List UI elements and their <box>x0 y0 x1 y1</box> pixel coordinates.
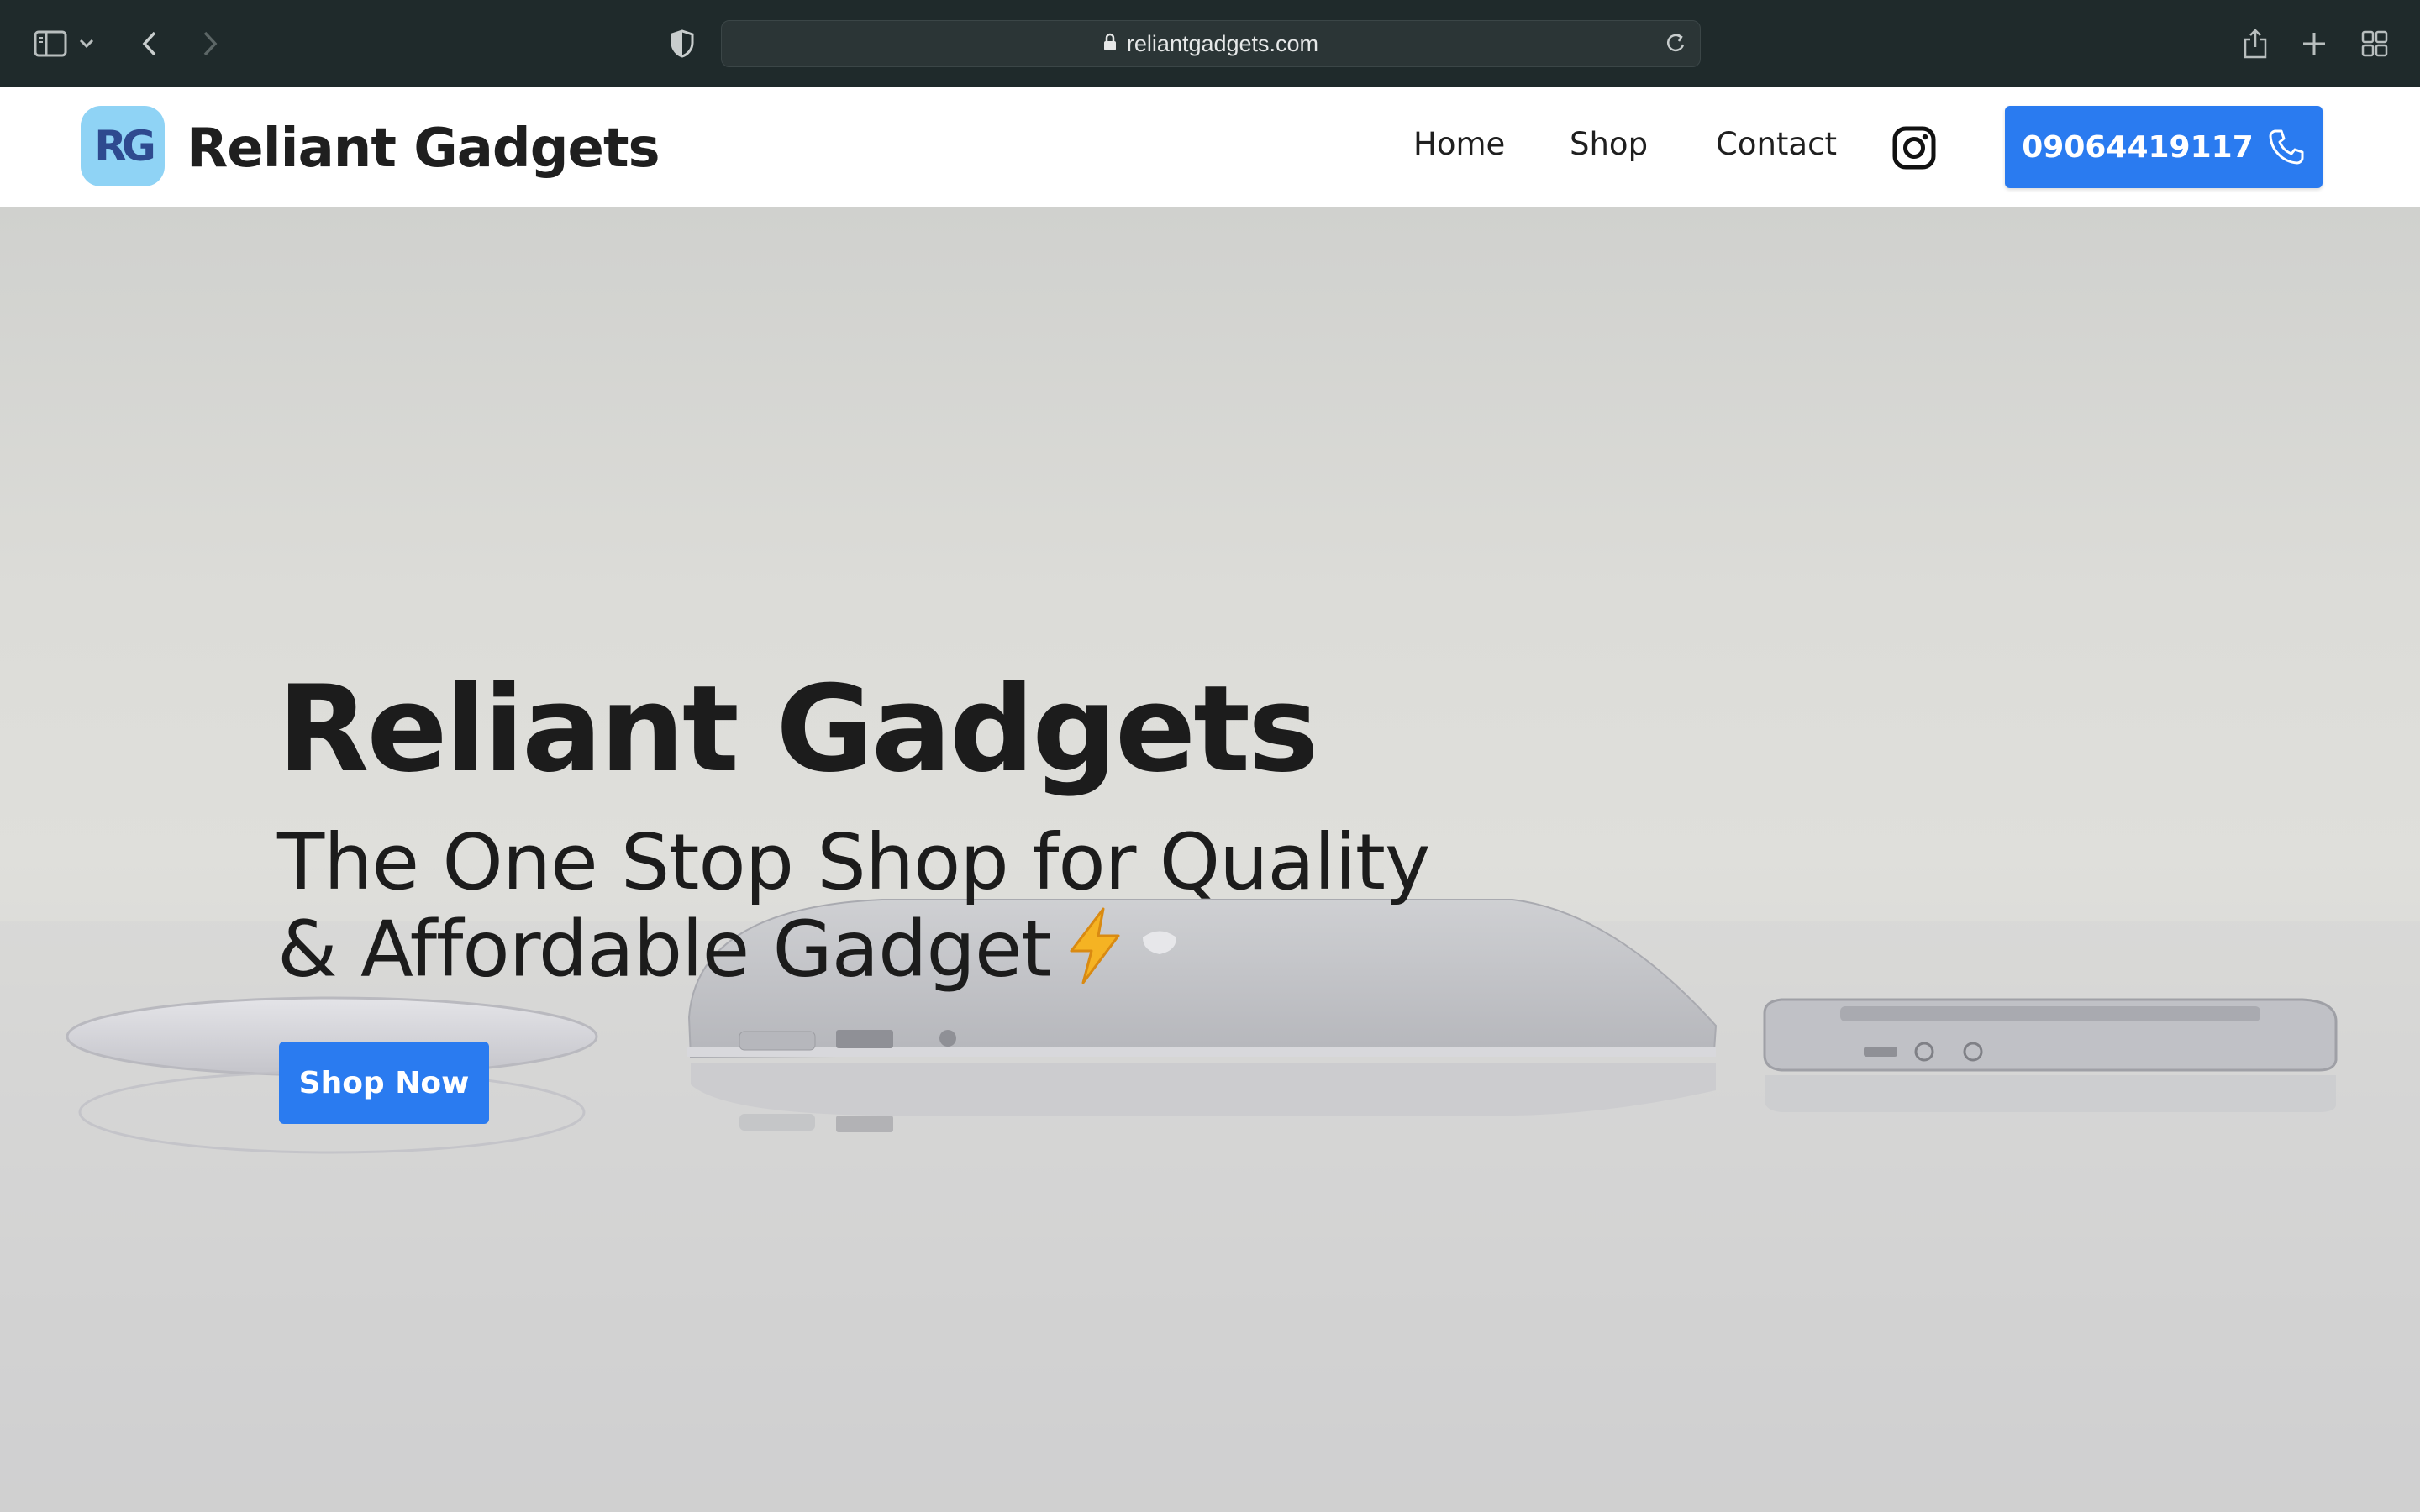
logo-text: RG <box>94 122 156 171</box>
back-icon[interactable] <box>128 22 171 66</box>
reload-icon[interactable] <box>1663 29 1688 60</box>
call-button[interactable]: 09064419117 <box>2005 106 2323 188</box>
nav-shop[interactable]: Shop <box>1570 126 1648 162</box>
hero-section: Reliant Gadgets The One Stop Shop for Qu… <box>0 207 2420 1512</box>
url-text: reliantgadgets.com <box>1126 30 1319 56</box>
nav-home[interactable]: Home <box>1413 126 1505 162</box>
lightning-bolt-icon <box>1061 906 1128 1003</box>
privacy-shield-icon[interactable] <box>660 22 704 66</box>
tab-overview-icon[interactable] <box>2353 22 2396 66</box>
address-bar[interactable]: reliantgadgets.com <box>721 20 1701 67</box>
phone-icon <box>2269 129 2304 165</box>
instagram-icon[interactable] <box>1892 126 1936 170</box>
nav-contact[interactable]: Contact <box>1716 126 1837 162</box>
new-tab-icon[interactable] <box>2292 22 2336 66</box>
brand-name[interactable]: Reliant Gadgets <box>187 118 660 180</box>
browser-toolbar: reliantgadgets.com <box>0 0 2420 87</box>
sidebar-toggle-icon[interactable] <box>29 22 72 66</box>
phone-number: 09064419117 <box>2022 129 2254 165</box>
chevron-down-icon[interactable] <box>74 22 99 66</box>
share-icon[interactable] <box>2233 22 2277 66</box>
site-header: RG Reliant Gadgets Home Shop Contact 090… <box>0 87 2420 207</box>
forward-icon[interactable] <box>188 22 232 66</box>
shop-now-button[interactable]: Shop Now <box>279 1042 489 1124</box>
lock-icon <box>1103 33 1117 55</box>
logo[interactable]: RG <box>81 106 165 186</box>
hero-subtitle: The One Stop Shop for Quality & Affordab… <box>277 820 1454 1003</box>
hero-subtitle-line-2-wrap: & Affordable Gadget <box>277 906 1454 1003</box>
hero-title: Reliant Gadgets <box>277 660 1319 799</box>
hero-subtitle-line-1: The One Stop Shop for Quality <box>277 817 1430 907</box>
hero-subtitle-line-2: & Affordable Gadget <box>277 904 1052 995</box>
